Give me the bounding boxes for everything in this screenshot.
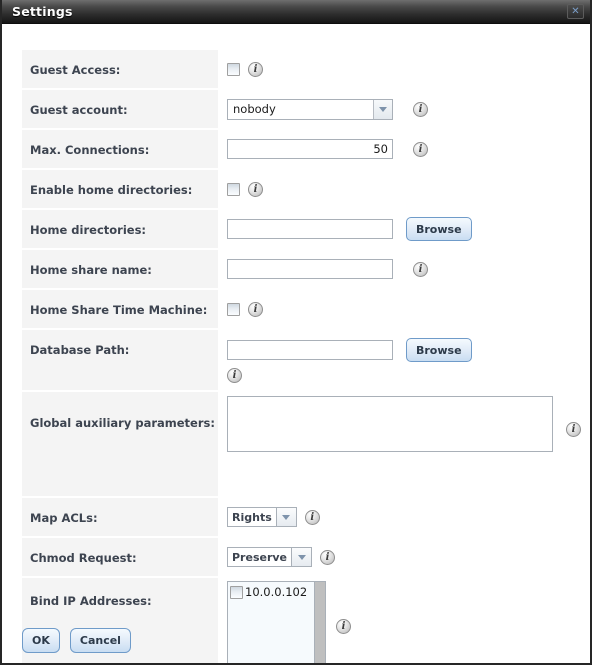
- control-guest-access: i: [218, 50, 590, 88]
- control-guest-account: nobody i: [218, 90, 590, 128]
- label-database-path: Database Path:: [22, 330, 218, 390]
- checklist-bind-ip-addresses[interactable]: 10.0.0.102: [227, 581, 326, 663]
- form-row-home-share-name: Home share name: i: [2, 250, 590, 288]
- label-map-acls: Map ACLs:: [22, 498, 218, 536]
- info-icon[interactable]: i: [227, 368, 242, 383]
- window-title: Settings: [12, 4, 73, 19]
- scrollbar-vertical[interactable]: [315, 581, 326, 663]
- chevron-down-icon[interactable]: [373, 99, 392, 119]
- info-icon[interactable]: i: [304, 509, 320, 525]
- input-database-path[interactable]: [227, 340, 393, 360]
- chevron-down-icon[interactable]: [292, 547, 313, 567]
- control-map-acls: Rights i: [218, 498, 590, 536]
- label-chmod-request: Chmod Request:: [22, 538, 218, 576]
- ok-button[interactable]: OK: [22, 628, 60, 653]
- control-home-share-name: i: [218, 250, 590, 288]
- label-max-connections: Max. Connections:: [22, 130, 218, 168]
- select-map-acls-value: Rights: [227, 507, 277, 527]
- form-row-enable-home-directories: Enable home directories: i: [2, 170, 590, 208]
- control-chmod-request: Preserve i: [218, 538, 590, 576]
- info-icon[interactable]: i: [413, 141, 428, 157]
- window-titlebar: Settings ✕: [2, 0, 590, 24]
- form-row-guest-access: Guest Access: i: [2, 50, 590, 88]
- form-row-guest-account: Guest account: nobody i: [2, 90, 590, 128]
- select-chmod-request-value: Preserve: [227, 547, 293, 567]
- form-row-map-acls: Map ACLs: Rights i: [2, 498, 590, 536]
- select-guest-account[interactable]: nobody: [227, 98, 393, 120]
- textarea-global-auxiliary-parameters[interactable]: [227, 396, 553, 452]
- select-map-acls[interactable]: Rights: [227, 506, 297, 528]
- info-icon[interactable]: i: [248, 181, 263, 197]
- control-global-auxiliary-parameters: i: [218, 392, 590, 456]
- form-row-home-directories: Home directories: Browse: [2, 210, 590, 248]
- label-guest-access: Guest Access:: [22, 50, 218, 88]
- select-guest-account-value: nobody: [233, 102, 276, 116]
- label-global-auxiliary-parameters: Global auxiliary parameters:: [22, 392, 218, 496]
- browse-button-database-path[interactable]: Browse: [406, 338, 472, 362]
- checkbox-guest-access[interactable]: [227, 62, 240, 76]
- chevron-down-icon[interactable]: [276, 507, 297, 527]
- checkbox-home-share-time-machine[interactable]: [227, 302, 240, 316]
- control-database-path: Browse i: [218, 330, 590, 383]
- info-icon[interactable]: i: [320, 549, 336, 565]
- list-item-label: 10.0.0.102: [245, 585, 308, 599]
- form-row-chmod-request: Chmod Request: Preserve i: [2, 538, 590, 576]
- dialog-footer: OK Cancel: [22, 628, 131, 653]
- select-chmod-request[interactable]: Preserve: [227, 546, 313, 568]
- form-row-database-path: Database Path: Browse i: [2, 330, 590, 390]
- label-home-share-time-machine: Home Share Time Machine:: [22, 290, 218, 328]
- list-item[interactable]: 10.0.0.102: [230, 584, 314, 600]
- label-enable-home-directories: Enable home directories:: [22, 170, 218, 208]
- input-home-share-name[interactable]: [227, 259, 393, 279]
- close-icon[interactable]: ✕: [567, 4, 584, 19]
- info-icon[interactable]: i: [336, 619, 351, 634]
- label-home-directories: Home directories:: [22, 210, 218, 248]
- cancel-button[interactable]: Cancel: [69, 628, 131, 653]
- info-icon[interactable]: i: [413, 101, 428, 117]
- checklist-items[interactable]: 10.0.0.102: [227, 581, 315, 663]
- label-guest-account: Guest account:: [22, 90, 218, 128]
- form-row-max-connections: Max. Connections: i: [2, 130, 590, 168]
- input-max-connections[interactable]: [227, 139, 393, 159]
- label-home-share-name: Home share name:: [22, 250, 218, 288]
- info-icon[interactable]: i: [566, 422, 581, 437]
- control-home-share-time-machine: i: [218, 290, 590, 328]
- info-icon[interactable]: i: [248, 61, 263, 77]
- info-icon[interactable]: i: [248, 301, 263, 317]
- input-home-directories[interactable]: [227, 219, 393, 239]
- control-enable-home-directories: i: [218, 170, 590, 208]
- settings-dialog: Settings ✕ Guest Access: i Guest account…: [0, 0, 592, 665]
- checkbox-enable-home-directories[interactable]: [227, 182, 240, 196]
- control-bind-ip-addresses: 10.0.0.102 i: [218, 578, 590, 663]
- control-home-directories: Browse: [218, 210, 590, 248]
- form-row-home-share-time-machine: Home Share Time Machine: i: [2, 290, 590, 328]
- control-max-connections: i: [218, 130, 590, 168]
- settings-form: Guest Access: i Guest account: nobody i: [2, 24, 590, 663]
- form-row-global-auxiliary-parameters: Global auxiliary parameters: i: [2, 392, 590, 496]
- browse-button-home-directories[interactable]: Browse: [406, 217, 472, 241]
- info-icon[interactable]: i: [413, 261, 428, 277]
- checkbox-bind-ip[interactable]: [230, 585, 243, 599]
